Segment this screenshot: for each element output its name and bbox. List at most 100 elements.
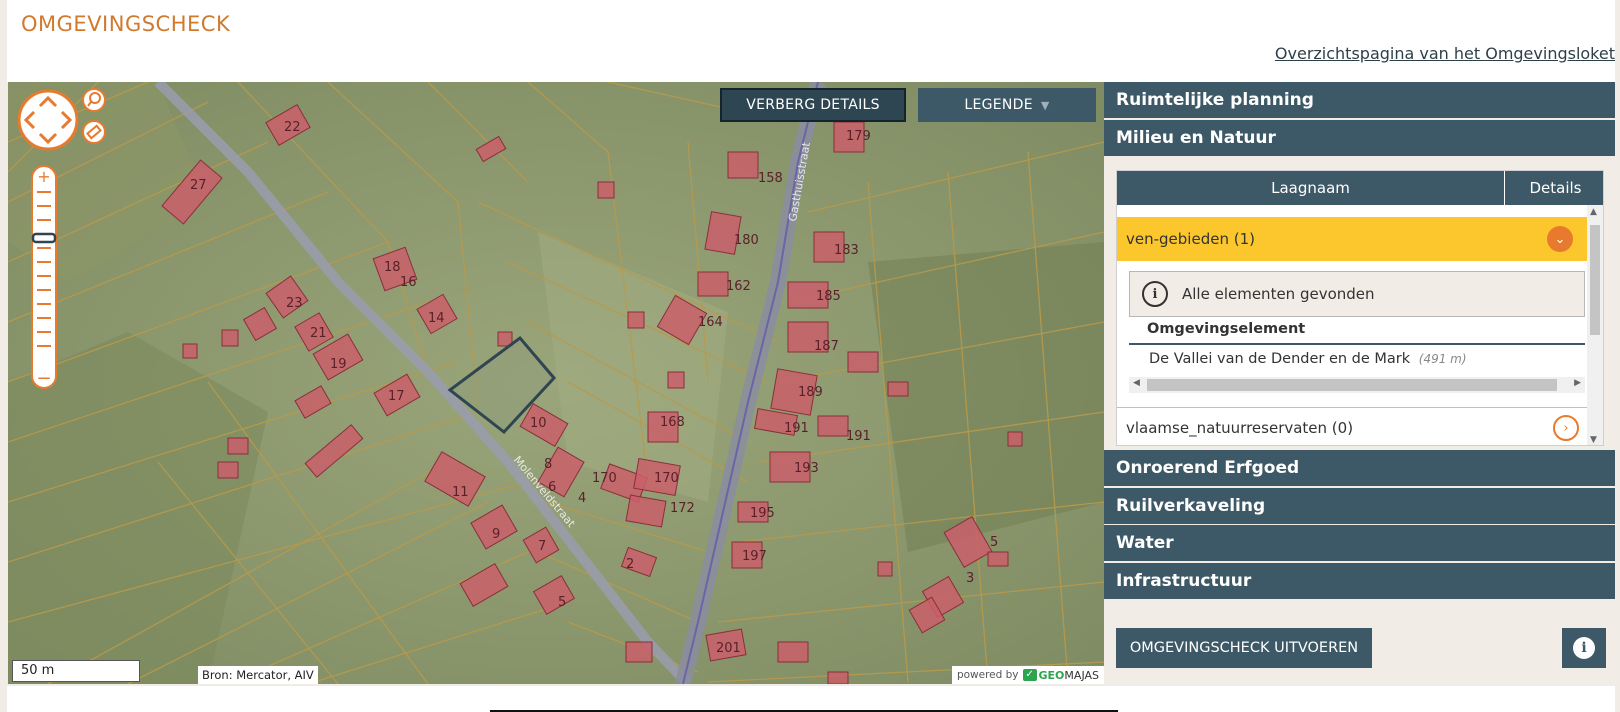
house-number: 27 — [190, 178, 207, 193]
building — [987, 551, 1009, 567]
chevron-down-icon[interactable]: ⌄ — [1547, 226, 1573, 252]
element-name: De Vallei van de Dender en de Mark — [1149, 351, 1411, 367]
house-number: 14 — [428, 311, 445, 326]
row-label: vlaamse_natuurreservaten (0) — [1126, 419, 1354, 437]
element-distance: (491 m) — [1418, 352, 1467, 366]
scroll-right-icon[interactable]: ▶ — [1574, 378, 1581, 388]
chevron-right-icon[interactable]: › — [1553, 415, 1579, 441]
info-text: Alle elementen gevonden — [1182, 285, 1375, 303]
house-number: 23 — [286, 296, 303, 311]
list-item[interactable]: De Vallei van de Dender en de Mark (491 … — [1129, 351, 1585, 373]
category-onroerend-erfgoed[interactable]: Onroerend Erfgoed — [1104, 450, 1615, 486]
zoom-handle[interactable] — [31, 232, 57, 244]
building — [227, 437, 249, 455]
building — [221, 329, 239, 347]
house-number: 5 — [558, 595, 566, 610]
table-row-vlaamse-natuurreservaten[interactable]: vlaamse_natuurreservaten (0) › — [1117, 413, 1589, 443]
building — [625, 641, 653, 663]
footer — [7, 686, 1615, 712]
house-number: 9 — [492, 527, 500, 542]
house-number: 189 — [798, 385, 823, 400]
house-number: 11 — [452, 485, 469, 500]
building — [667, 371, 685, 389]
scroll-left-icon[interactable]: ◀ — [1133, 378, 1140, 388]
element-subheader: Omgevingselement — [1129, 321, 1585, 345]
brand-part2: MAJAS — [1064, 668, 1099, 682]
scroll-up-icon[interactable]: ▲ — [1590, 207, 1597, 217]
house-number: 183 — [834, 243, 859, 258]
house-number: 162 — [726, 279, 751, 294]
house-number: 158 — [758, 171, 783, 186]
overview-link[interactable]: Overzichtspagina van het Omgevingsloket — [1275, 44, 1615, 63]
house-number: 195 — [750, 506, 775, 521]
house-number: 2 — [626, 557, 634, 572]
row-label: ven-gebieden (1) — [1126, 230, 1255, 248]
scroll-down-icon[interactable]: ▼ — [1590, 435, 1597, 445]
category-milieu-en-natuur[interactable]: Milieu en Natuur — [1104, 120, 1615, 156]
map-source: Bron: Mercator, AIV — [198, 666, 318, 684]
info-icon: i — [1573, 637, 1595, 659]
divider — [1117, 407, 1589, 408]
header: OMGEVINGSCHECK Overzichtspagina van het … — [7, 0, 1615, 82]
house-number: 4 — [578, 491, 586, 506]
building — [597, 181, 615, 199]
horizontal-scrollbar[interactable]: ◀ ▶ — [1129, 377, 1585, 393]
layer-table: Laagnaam Details ven-gebieden (1) ⌄ i Al… — [1116, 170, 1604, 446]
house-number: 18 — [384, 260, 401, 275]
table-row-ven-gebieden[interactable]: ven-gebieden (1) ⌄ — [1117, 217, 1589, 261]
info-icon: i — [1142, 281, 1168, 307]
zoom-out-icon[interactable]: − — [36, 368, 51, 389]
powered-by: powered by ✓ GEO MAJAS — [951, 666, 1104, 684]
vertical-scrollbar[interactable]: ▲ ▼ — [1587, 205, 1603, 445]
app-title: OMGEVINGSCHECK — [21, 12, 231, 36]
column-header-laagnaam: Laagnaam — [1117, 171, 1505, 205]
pan-control[interactable] — [16, 88, 80, 152]
category-infrastructuur[interactable]: Infrastructuur — [1104, 563, 1615, 599]
building — [777, 641, 809, 663]
house-number: 185 — [816, 289, 841, 304]
hide-details-button[interactable]: VERBERG DETAILS — [720, 88, 906, 122]
house-number: 172 — [670, 501, 695, 516]
house-number: 201 — [716, 641, 741, 656]
zoom-rectangle-icon[interactable] — [82, 88, 106, 112]
house-number: 17 — [388, 389, 405, 404]
house-number: 16 — [400, 275, 417, 290]
house-number: 197 — [742, 549, 767, 564]
house-number: 180 — [734, 233, 759, 248]
scroll-thumb[interactable] — [1590, 225, 1600, 335]
building — [847, 351, 879, 373]
run-check-button[interactable]: OMGEVINGSCHECK UITVOEREN — [1116, 628, 1372, 668]
building — [877, 561, 893, 577]
house-number: 179 — [846, 129, 871, 144]
building — [1007, 431, 1023, 447]
zoom-in-icon[interactable]: + — [37, 167, 50, 186]
house-number: 19 — [330, 357, 347, 372]
aerial-map[interactable]: 22271816232119141710864170 17017216811972… — [8, 82, 1104, 684]
measure-icon[interactable] — [82, 120, 106, 144]
powered-by-text: powered by — [956, 669, 1019, 681]
table-header: Laagnaam Details — [1117, 171, 1603, 205]
house-number: 8 — [544, 457, 552, 472]
geomajas-logo-icon: ✓ — [1022, 669, 1037, 681]
category-water[interactable]: Water — [1104, 525, 1615, 561]
house-number: 168 — [660, 415, 685, 430]
building — [625, 494, 667, 528]
house-number: 170 — [592, 471, 617, 486]
legend-button[interactable]: LEGENDE ▼ — [918, 88, 1096, 122]
category-ruimtelijke-planning[interactable]: Ruimtelijke planning — [1104, 82, 1615, 118]
building — [697, 271, 729, 297]
chevron-down-icon: ▼ — [1040, 98, 1050, 112]
category-ruilverkaveling[interactable]: Ruilverkaveling — [1104, 488, 1615, 524]
scroll-thumb[interactable] — [1147, 379, 1557, 391]
house-number: 164 — [698, 315, 723, 330]
page: OMGEVINGSCHECK Overzichtspagina van het … — [0, 0, 1620, 712]
house-number: 10 — [530, 416, 547, 431]
building — [887, 381, 909, 397]
house-number: 5 — [990, 535, 998, 550]
zoom-slider[interactable]: + − — [30, 164, 58, 390]
building — [627, 311, 645, 329]
map-viewer[interactable]: 22 27 18 16 23 21 19 14 17 10 8 6 4 170 170 172 168 11 9 7 2… — [8, 82, 1104, 684]
house-number: 193 — [794, 461, 819, 476]
building — [182, 343, 198, 359]
info-button[interactable]: i — [1562, 628, 1606, 668]
